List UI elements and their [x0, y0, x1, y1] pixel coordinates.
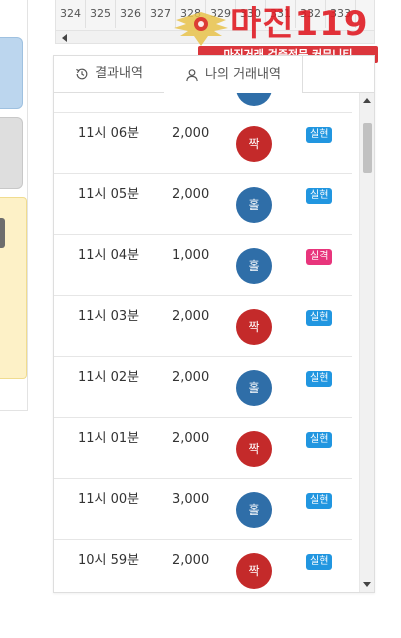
table-row: 11시 02분 2,000 홀 실현	[54, 357, 352, 418]
left-panel	[0, 0, 28, 411]
table-row: 10시 59분 2,000 짝 실현	[54, 540, 352, 592]
trade-time: 11시 04분	[78, 248, 140, 263]
pick-ball: 홀	[236, 248, 272, 284]
result-badge: 실현	[306, 310, 333, 326]
pick-ball: 짝	[236, 126, 272, 162]
left-secondary-button[interactable]	[0, 117, 23, 189]
tab-results[interactable]: 결과내역	[54, 56, 165, 92]
round-number-cell: 325	[86, 0, 116, 28]
pick-ball: 홀	[236, 492, 272, 528]
result-badge: 실현	[306, 127, 333, 143]
trade-time: 11시 02분	[78, 370, 140, 385]
table-row: 11시 00분 3,000 홀 실현	[54, 479, 352, 540]
trade-amount: 1,000	[172, 248, 210, 263]
result-badge: 실격	[306, 249, 333, 265]
trade-time: 10시 59분	[78, 553, 140, 568]
table-row: 11시 03분 2,000 짝 실현	[54, 296, 352, 357]
trade-amount: 2,000	[172, 187, 210, 202]
left-primary-button[interactable]	[0, 37, 23, 109]
result-badge: 실현	[306, 493, 333, 509]
tab-my-trades-label: 나의 거래내역	[205, 66, 281, 82]
table-row: 11시 05분 2,000 홀 실현	[54, 174, 352, 235]
trade-amount: 2,000	[172, 553, 210, 568]
pick-ball	[236, 93, 272, 106]
trade-history-card: 결과내역 나의 거래내역 11시 06분 2,000 짝 실현 11시 05분 2,000…	[53, 55, 375, 593]
trade-amount: 3,000	[172, 492, 210, 507]
scroll-left-icon[interactable]	[62, 34, 67, 42]
round-number-cell: 326	[116, 0, 146, 28]
left-handle[interactable]	[0, 218, 5, 248]
result-badge: 실현	[306, 554, 333, 570]
result-badge: 실현	[306, 188, 333, 204]
trade-amount: 2,000	[172, 431, 210, 446]
trade-time: 11시 03분	[78, 309, 140, 324]
table-row: 11시 01분 2,000 짝 실현	[54, 418, 352, 479]
pick-ball: 짝	[236, 309, 272, 345]
trade-amount: 2,000	[172, 309, 210, 324]
tab-bar: 결과내역 나의 거래내역	[54, 56, 374, 93]
tab-my-trades[interactable]: 나의 거래내역	[164, 56, 303, 93]
scroll-down-icon[interactable]	[363, 582, 371, 587]
trade-list[interactable]: 11시 06분 2,000 짝 실현 11시 05분 2,000 홀 실현 11시 04분 1,0…	[54, 93, 359, 592]
user-icon	[186, 68, 198, 81]
trade-time: 11시 05분	[78, 187, 140, 202]
pick-ball: 홀	[236, 370, 272, 406]
tab-results-label: 결과내역	[95, 66, 143, 81]
logo-name: 마진119	[230, 4, 369, 44]
scrollbar-thumb[interactable]	[363, 123, 372, 173]
trade-time: 11시 06분	[78, 126, 140, 141]
result-badge: 실현	[306, 432, 333, 448]
table-row: 11시 04분 1,000 홀 실격	[54, 235, 352, 296]
pick-ball: 홀	[236, 187, 272, 223]
round-number-cell: 324	[56, 0, 86, 28]
history-icon	[76, 68, 88, 80]
table-row-partial	[54, 93, 352, 113]
pick-ball: 짝	[236, 553, 272, 589]
table-row: 11시 06분 2,000 짝 실현	[54, 113, 352, 174]
result-badge: 실현	[306, 371, 333, 387]
pick-ball: 짝	[236, 431, 272, 467]
scroll-up-icon[interactable]	[363, 98, 371, 103]
trade-amount: 2,000	[172, 370, 210, 385]
vertical-scrollbar[interactable]	[359, 93, 374, 592]
trade-time: 11시 00분	[78, 492, 140, 507]
trade-amount: 2,000	[172, 126, 210, 141]
trade-time: 11시 01분	[78, 431, 140, 446]
